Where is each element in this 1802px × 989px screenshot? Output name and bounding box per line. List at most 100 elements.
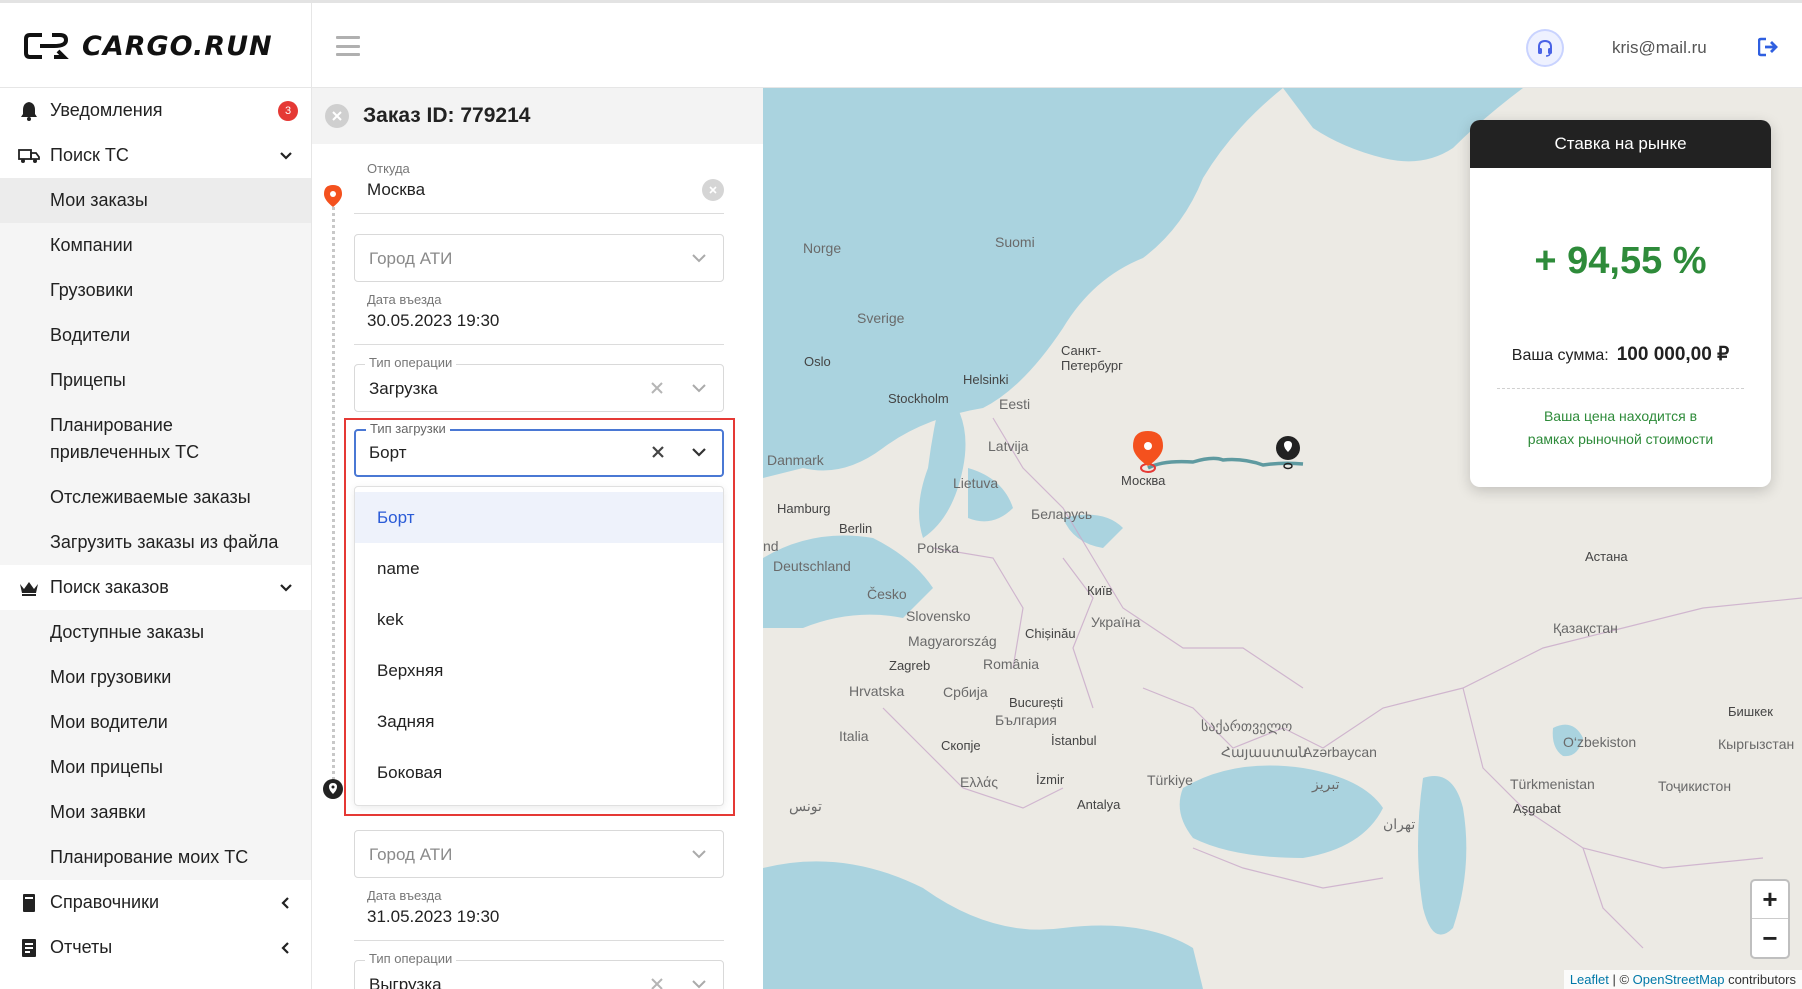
logout-icon[interactable] (1758, 37, 1780, 57)
zoom-out-button[interactable]: − (1752, 919, 1788, 957)
map-label: Norge (803, 240, 842, 256)
sidebar-item-search-vehicles[interactable]: Поиск ТС (0, 133, 311, 178)
map-label: Астана (1585, 549, 1628, 564)
option-top[interactable]: Верхняя (355, 645, 723, 696)
map-label: Stockholm (888, 391, 949, 406)
map-label: Ελλάς (960, 774, 998, 790)
sidebar-item-notifications[interactable]: Уведомления 3 (0, 88, 311, 133)
loading-type-dropdown: Борт name kek Верхняя Задняя Боковая (354, 486, 724, 806)
loading-type-label: Тип загрузки (366, 421, 450, 436)
zoom-in-button[interactable]: + (1752, 881, 1788, 919)
sidebar-item-my-trailers[interactable]: Мои прицепы (0, 745, 311, 790)
sidebar-item-planning-my[interactable]: Планирование моих ТС (0, 835, 311, 880)
from-field[interactable]: Откуда Москва (354, 161, 724, 214)
sidebar-item-my-trucks[interactable]: Мои грузовики (0, 655, 311, 700)
sidebar-item-my-requests[interactable]: Мои заявки (0, 790, 311, 835)
clear-from-icon[interactable] (702, 179, 724, 201)
sidebar-item-references[interactable]: Справочники (0, 880, 311, 925)
osm-link[interactable]: OpenStreetMap (1633, 972, 1725, 987)
entry-date-value: 30.05.2023 19:30 (367, 311, 500, 330)
map-label: Հայաստան (1221, 744, 1308, 760)
entry-date-value: 31.05.2023 19:30 (367, 907, 500, 926)
clear-selection-icon[interactable] (650, 444, 666, 460)
market-rate-percent: + 94,55 % (1534, 240, 1707, 282)
map-label: Україна (1091, 614, 1141, 630)
user-email[interactable]: kris@mail.ru (1612, 38, 1707, 58)
sidebar-item-reports[interactable]: Отчеты (0, 925, 311, 970)
map-label: България (995, 712, 1057, 728)
sidebar-item-trucks[interactable]: Грузовики (0, 268, 311, 313)
cargo-logo-icon (24, 33, 69, 59)
map-label: Latvija (988, 438, 1029, 454)
city-ati-select-2[interactable]: Город АТИ (354, 830, 724, 878)
loading-type-value[interactable]: Борт (369, 443, 406, 463)
crown-icon (18, 577, 40, 599)
option-kek[interactable]: kek (355, 594, 723, 645)
map-label: Hamburg (777, 501, 831, 516)
market-note: Ваша цена находится в рамках рыночной ст… (1527, 408, 1714, 447)
clear-selection-icon[interactable] (649, 380, 665, 396)
map-label: تبریز (1312, 776, 1340, 792)
close-order-icon[interactable] (325, 104, 349, 128)
sidebar-item-drivers[interactable]: Водители (0, 313, 311, 358)
sidebar-item-my-drivers[interactable]: Мои водители (0, 700, 311, 745)
from-value: Москва (367, 180, 426, 199)
option-side[interactable]: Боковая (355, 747, 723, 798)
operation-type-select-1[interactable]: Тип операции Загрузка (354, 355, 724, 412)
map-label: O‘zbekiston (1563, 734, 1637, 750)
map-label: Türkmenistan (1510, 776, 1595, 792)
sidebar-item-trailers[interactable]: Прицепы (0, 358, 311, 403)
option-rear[interactable]: Задняя (355, 696, 723, 747)
map-label: Antalya (1077, 797, 1121, 812)
option-name[interactable]: name (355, 543, 723, 594)
chevron-down-icon (692, 850, 706, 859)
entry-date-label: Дата въезда (367, 292, 442, 307)
operation-type-value: Загрузка (369, 379, 438, 398)
chevron-down-icon (280, 583, 292, 592)
map-label: România (983, 656, 1040, 672)
entry-date-field-1[interactable]: Дата въезда 30.05.2023 19:30 (354, 292, 724, 345)
sidebar-item-upload-orders[interactable]: Загрузить заказы из файла (0, 520, 311, 565)
leaflet-link[interactable]: Leaflet (1570, 972, 1609, 987)
logo-divider (311, 3, 312, 91)
map-label: Polska (917, 540, 960, 556)
map-label: تهران (1383, 816, 1416, 832)
sidebar-item-planning-hired[interactable]: Планирование привлеченных ТС (0, 403, 311, 475)
map-attribution: Leaflet | © OpenStreetMap contributors (1563, 970, 1802, 989)
order-panel: Заказ ID: 779214 Откуда Москва Город АТИ… (312, 88, 763, 989)
clear-selection-icon[interactable] (649, 976, 665, 989)
map-label: Slovensko (906, 608, 971, 624)
city-ati-select-1[interactable]: Город АТИ (354, 234, 724, 282)
support-headset-icon[interactable] (1528, 31, 1562, 65)
map-label: Беларусь (1031, 506, 1093, 522)
truck-icon (18, 145, 40, 167)
operation-type-select-2[interactable]: Тип операции Выгрузка (354, 951, 724, 989)
chevron-left-icon (281, 896, 289, 909)
sidebar-item-tracked-orders[interactable]: Отслеживаемые заказы (0, 475, 311, 520)
map-label: საქართველო (1201, 718, 1293, 734)
route-map[interactable]: Norge Suomi Sverige Oslo Helsinki Санкт-… (763, 88, 1802, 989)
entry-date-label: Дата въезда (367, 888, 442, 903)
sidebar-item-my-orders[interactable]: Мои заказы (0, 178, 311, 223)
entry-date-field-2[interactable]: Дата въезда 31.05.2023 19:30 (354, 888, 724, 941)
order-title: Заказ ID: 779214 (363, 104, 531, 127)
sidebar-item-available-orders[interactable]: Доступные заказы (0, 610, 311, 655)
map-label: Aşgabat (1513, 801, 1561, 816)
order-panel-header: Заказ ID: 779214 (312, 88, 763, 144)
map-label: Санкт-Петербург (1061, 343, 1123, 373)
chevron-down-icon[interactable] (691, 446, 707, 458)
map-label: Тоҷикистон (1658, 778, 1732, 794)
map-label: Србија (943, 684, 988, 700)
operation-type-label: Тип операции (365, 951, 457, 966)
sidebar-item-label: Поиск ТС (50, 145, 129, 165)
operation-type-label: Тип операции (365, 355, 457, 370)
option-bort[interactable]: Борт (355, 492, 723, 543)
loading-type-select[interactable]: Тип загрузки Борт (354, 421, 724, 477)
sidebar-item-companies[interactable]: Компании (0, 223, 311, 268)
sidebar-item-search-orders[interactable]: Поиск заказов (0, 565, 311, 610)
menu-toggle-icon[interactable] (336, 36, 360, 56)
brand-logo[interactable]: CARGO.RUN (24, 29, 273, 63)
notification-count-badge: 3 (278, 100, 298, 121)
map-label-moscow: Москва (1121, 473, 1166, 488)
book-icon (18, 892, 40, 914)
